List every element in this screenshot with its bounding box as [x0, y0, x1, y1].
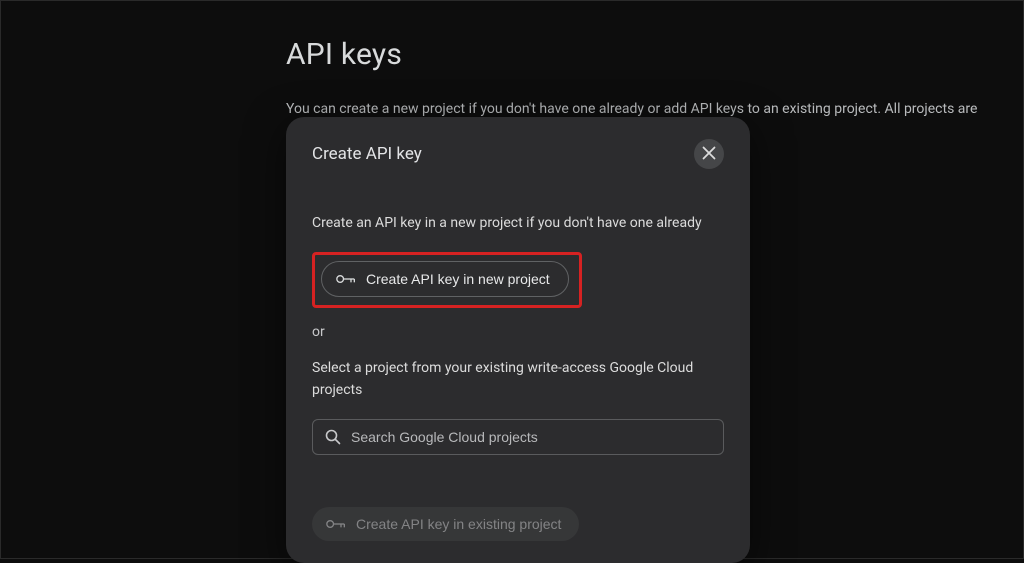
create-api-key-dialog: Create API key Create an API key in a ne…: [286, 117, 750, 563]
close-button[interactable]: [694, 139, 724, 169]
key-icon: [336, 272, 356, 286]
dialog-title: Create API key: [312, 144, 422, 164]
search-icon: [325, 429, 341, 445]
select-existing-project-text: Select a project from your existing writ…: [312, 358, 702, 401]
key-icon: [326, 517, 346, 531]
button-label: Create API key in existing project: [356, 516, 561, 532]
create-new-project-text: Create an API key in a new project if yo…: [312, 213, 724, 234]
search-projects-container[interactable]: [312, 419, 724, 455]
page-title: API keys: [286, 37, 1023, 72]
search-projects-input[interactable]: [351, 429, 711, 445]
dialog-header: Create API key: [312, 139, 724, 169]
highlight-annotation: Create API key in new project: [312, 252, 582, 308]
button-label: Create API key in new project: [366, 271, 550, 287]
create-api-key-new-project-button[interactable]: Create API key in new project: [321, 261, 569, 297]
close-icon: [702, 146, 716, 163]
create-api-key-existing-project-button[interactable]: Create API key in existing project: [312, 507, 579, 541]
or-divider-text: or: [312, 324, 724, 340]
